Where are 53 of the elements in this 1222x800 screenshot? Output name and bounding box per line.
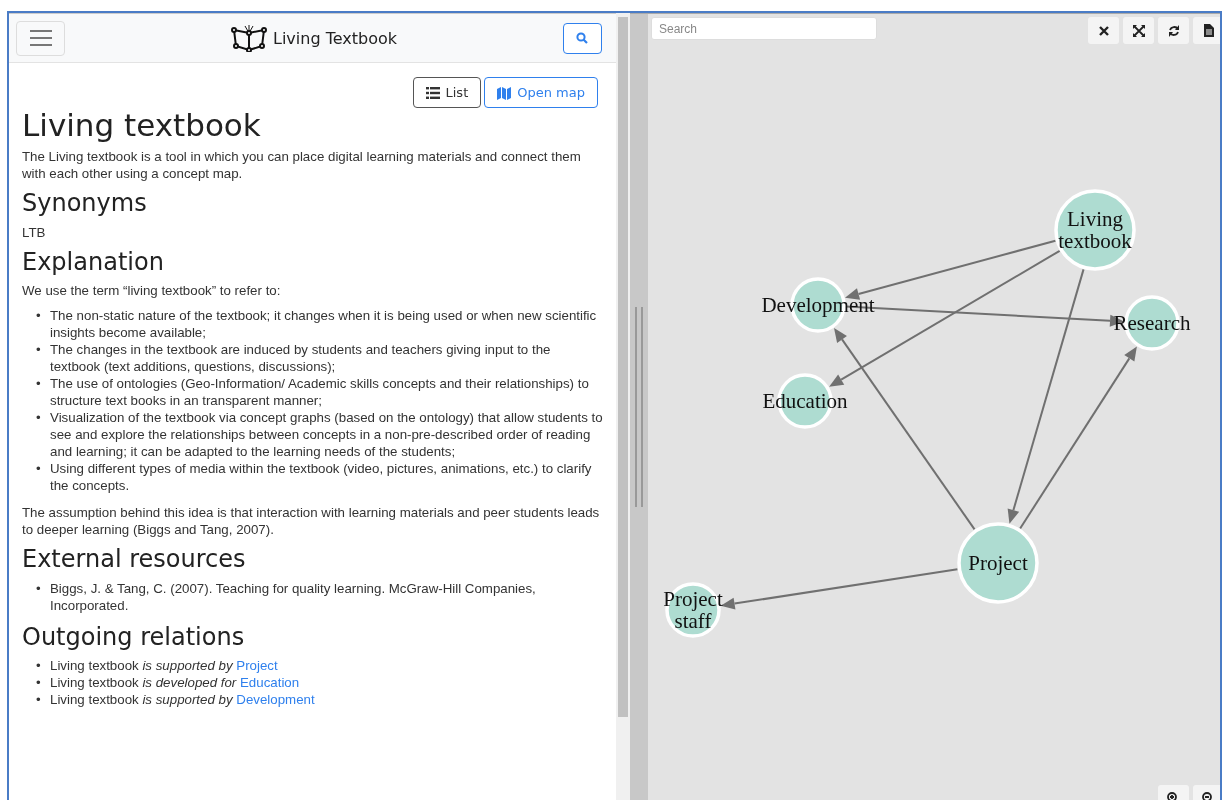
concept-node[interactable]: Project	[957, 522, 1039, 604]
bullet: •	[36, 409, 41, 427]
relation-item: Living textbook is supported by Project	[50, 657, 278, 675]
search-icon	[576, 32, 589, 44]
list-item: The non-static nature of the textbook; it changes when it is being used or when new scientific insights become available;	[50, 307, 598, 342]
close-button[interactable]	[1088, 17, 1119, 44]
menu-icon	[29, 30, 52, 46]
bullet: •	[36, 579, 41, 597]
bullet: •	[36, 341, 41, 359]
paragraph: We use the term “living textbook” to refer to:	[22, 282, 282, 300]
export-button[interactable]	[1193, 17, 1220, 44]
document-icon	[1203, 24, 1214, 37]
concept-link[interactable]: Development	[236, 692, 315, 708]
list-icon	[425, 86, 440, 99]
close-icon	[1098, 25, 1109, 36]
map-icon	[497, 85, 512, 100]
app-title: Living Textbook	[273, 28, 397, 48]
section-heading: Outgoing relations	[22, 623, 246, 652]
refresh-button[interactable]	[1158, 17, 1189, 44]
section-heading: Synonyms	[22, 190, 148, 218]
list-item: The use of ontologies (Geo-Information/ Academic skills concepts and their relationships) to structure text books in an transparent manner;	[50, 375, 590, 410]
bullet: •	[36, 657, 41, 675]
list-button[interactable]: List	[412, 77, 482, 108]
expand-icon	[1132, 24, 1145, 37]
bullet: •	[36, 307, 41, 325]
search-button[interactable]	[563, 22, 602, 54]
search-field[interactable]: Search	[651, 17, 877, 40]
list-item: Biggs, J. & Tang, C. (2007). Teaching for quality learning. McGraw-Hill Companies, Incorporated.	[50, 579, 537, 614]
bullet: •	[36, 691, 41, 709]
paragraph: The Living textbook is a tool in which you can place digital learning materials and connect them with each other using a concept map.	[22, 148, 582, 183]
list-item: The changes in the textbook are induced by students and teachers giving input to the textbook (text additions, questions, discussions);	[50, 341, 552, 376]
concept-node[interactable]: Living textbook	[1054, 189, 1136, 271]
open-map-button[interactable]: Open map	[484, 77, 598, 108]
concept-node[interactable]: Project staff	[663, 582, 723, 638]
list-item: Using different types of media within the textbook (video, pictures, animations, etc.) to clarify the concepts.	[50, 460, 593, 495]
concept-link[interactable]: Project	[236, 658, 278, 674]
fullscreen-button[interactable]	[1123, 17, 1154, 44]
paragraph: The assumption behind this idea is that interaction with learning materials and peer students leads to deeper learning (Biggs and Tang, 2007).	[22, 504, 601, 539]
concept-node[interactable]: Development	[761, 277, 875, 333]
refresh-icon	[1167, 24, 1180, 37]
relation-item: Living textbook is developed for Education	[50, 674, 300, 692]
list-item: Visualization of the textbook via concept graphs (based on the ontology) that allow students to see and explore the relationships between concepts in a non-pre-described order of reading and learning; it can be adapted to the learning needs of the students;	[50, 409, 604, 461]
bullet: •	[36, 674, 41, 692]
section-heading: External resources	[22, 546, 247, 574]
menu-button[interactable]	[16, 20, 65, 56]
section-heading: Explanation	[22, 248, 165, 277]
concept-link[interactable]: Education	[240, 675, 300, 691]
bullet: •	[36, 375, 41, 393]
relation-item: Living textbook is supported by Development	[50, 691, 315, 709]
concept-title: Living textbook	[22, 108, 262, 143]
book-logo-icon	[231, 24, 267, 52]
paragraph: LTB	[22, 223, 47, 241]
bullet: •	[36, 460, 41, 478]
